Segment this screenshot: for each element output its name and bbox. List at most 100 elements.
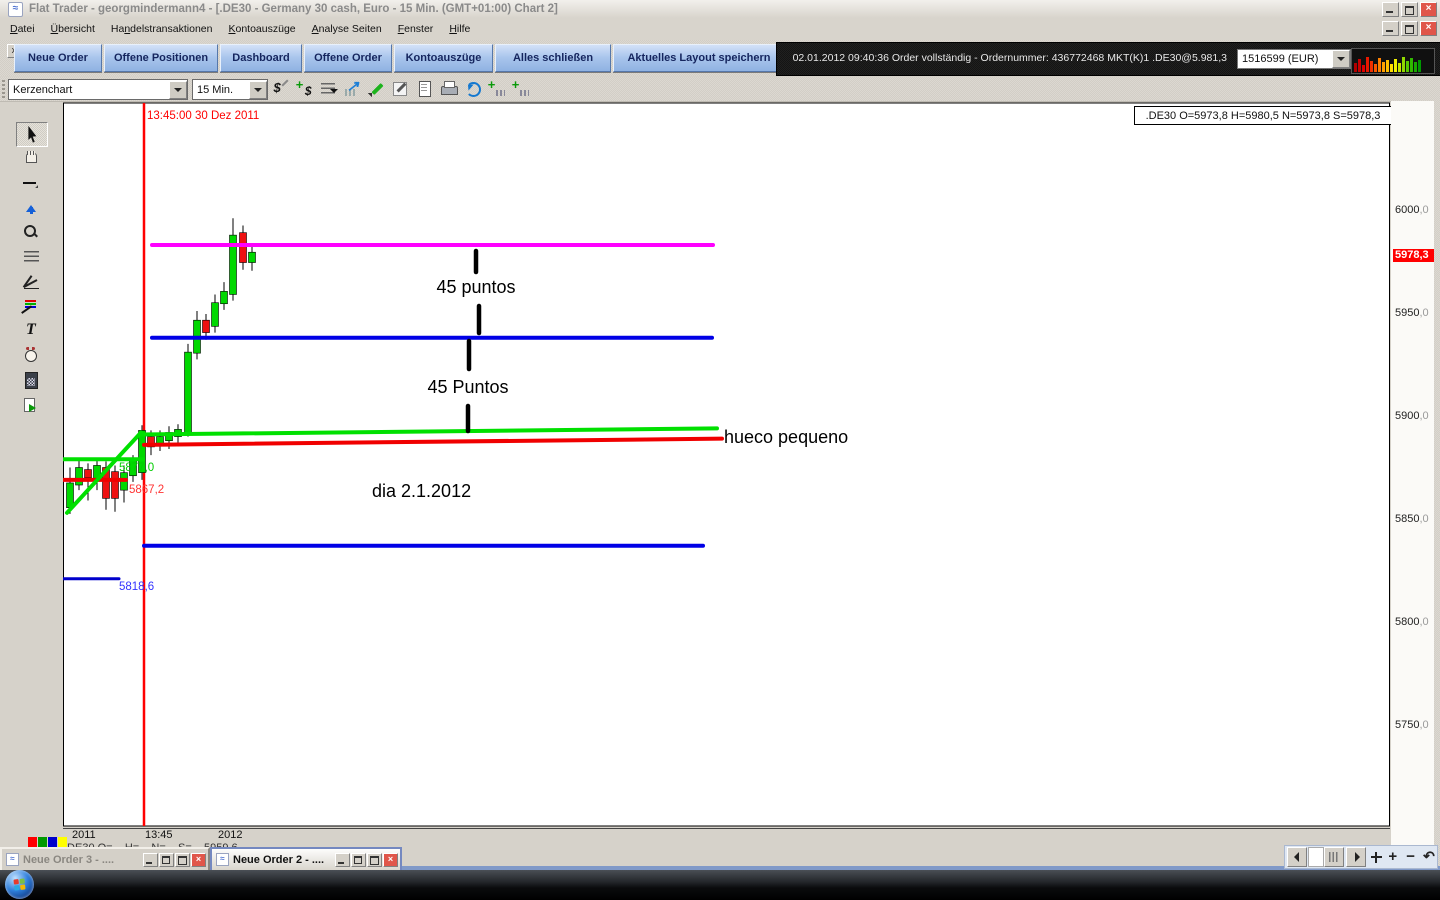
price-level-label: 5877,0 xyxy=(119,462,154,474)
close-icon xyxy=(1421,22,1436,35)
annotation-text: 45 puntos xyxy=(436,277,515,297)
restore-button[interactable] xyxy=(351,853,366,867)
scrollbar-track[interactable] xyxy=(1308,847,1324,867)
add-chart-button[interactable] xyxy=(486,78,507,99)
mdi-minimize-button[interactable] xyxy=(1382,21,1399,36)
add-dollar-button[interactable] xyxy=(294,78,315,99)
x-axis-label: 2011 xyxy=(72,829,96,841)
dollar-pencil-button[interactable] xyxy=(270,78,291,99)
refresh-clock-button[interactable] xyxy=(462,78,483,99)
line-tool-button[interactable] xyxy=(16,171,46,194)
window-title: Neue Order 2 - .... xyxy=(233,854,333,866)
restore-button[interactable] xyxy=(159,853,174,867)
zoom-icon xyxy=(22,223,40,241)
close-button[interactable] xyxy=(1420,2,1437,17)
zoom-in-button[interactable] xyxy=(1384,848,1401,866)
grid-tool-button[interactable] xyxy=(16,245,46,268)
candle-body xyxy=(112,472,119,499)
price-level-label: 5867,2 xyxy=(129,484,164,496)
meter-bar xyxy=(1362,65,1365,72)
meter-bar xyxy=(1390,64,1393,72)
document-button[interactable] xyxy=(414,78,435,99)
close-button[interactable] xyxy=(383,853,398,867)
hand-tool-button[interactable] xyxy=(16,147,46,170)
minimize-button[interactable] xyxy=(143,853,158,867)
meter-bar xyxy=(1406,61,1409,72)
chart-plot[interactable]: 45 puntos45 Puntoshueco pequenodia 2.1.2… xyxy=(63,101,1390,845)
refresh-clock-icon xyxy=(464,80,482,98)
maximize-button[interactable] xyxy=(175,853,190,867)
green-pencil-button[interactable] xyxy=(366,78,387,99)
toolbar-button-offene-order[interactable]: Offene Order xyxy=(304,44,392,72)
restore-button[interactable] xyxy=(1401,2,1418,17)
scrollbar-thumb[interactable] xyxy=(1324,847,1344,867)
calculator-tool-button[interactable] xyxy=(16,368,46,391)
candle-body xyxy=(85,470,92,478)
menu-items: DateiÜbersichtHandelstransaktionenKontoa… xyxy=(2,23,478,35)
chart-type-select[interactable]: Kerzenchart xyxy=(8,79,188,100)
scroll-right-button[interactable] xyxy=(1346,847,1366,867)
toolbar-button-dashboard[interactable]: Dashboard xyxy=(220,44,302,72)
pan-button[interactable] xyxy=(1367,848,1384,866)
dollar-pencil-icon xyxy=(272,80,290,98)
flat-trader-window: Flat Trader - georgmindermann4 - [.DE30 … xyxy=(0,0,1440,900)
order-status-text: 02.01.2012 09:40:36 Order vollständig - … xyxy=(793,52,1227,64)
toolbar-button-offene-positionen[interactable]: Offene Positionen xyxy=(104,44,218,72)
minimize-button[interactable] xyxy=(335,853,350,867)
candle-body xyxy=(76,468,83,486)
mdi-close-button[interactable] xyxy=(1420,21,1437,36)
maximize-button[interactable] xyxy=(367,853,382,867)
alarm-tool-button[interactable] xyxy=(16,343,46,366)
grid-dropdown-button[interactable] xyxy=(318,78,339,99)
start-button[interactable] xyxy=(5,870,34,899)
arrow-tool-button[interactable] xyxy=(16,196,46,219)
minimized-window-neueorder2[interactable]: Neue Order 2 - .... xyxy=(210,847,402,872)
toolbar-button-alles-schlie-en[interactable]: Alles schließen xyxy=(495,44,611,72)
price-tick-label: 5850,0 xyxy=(1395,513,1429,525)
chevron-down-icon[interactable] xyxy=(169,81,187,99)
menu-hilfe[interactable]: Hilfe xyxy=(441,23,478,35)
meter-bar xyxy=(1418,60,1421,72)
mdi-restore-button[interactable] xyxy=(1401,21,1418,36)
fan-tool-button[interactable] xyxy=(16,270,46,293)
menu-fenster[interactable]: Fenster xyxy=(390,23,442,35)
trend-button[interactable] xyxy=(342,78,363,99)
close-icon xyxy=(192,854,205,866)
close-button[interactable] xyxy=(191,853,206,867)
toolbar-button-kontoausz-ge[interactable]: Kontoauszüge xyxy=(394,44,493,72)
price-tick-label: 6000,0 xyxy=(1395,204,1429,216)
chart-toolbar: Kerzenchart 15 Min. xyxy=(0,77,1440,102)
main-toolbar: x Neue OrderOffene PositionenDashboardOf… xyxy=(0,40,1440,76)
window-edge xyxy=(1434,101,1440,866)
green-pencil-icon xyxy=(368,80,386,98)
send-tool-button[interactable] xyxy=(16,393,46,416)
multiline-tool-button[interactable] xyxy=(16,294,46,317)
price-axis[interactable]: 6000,05950,05900,05850,05800,05750,05978… xyxy=(1391,101,1434,845)
text-tool-button[interactable] xyxy=(16,319,46,342)
menu-analyseseiten[interactable]: Analyse Seiten xyxy=(304,23,390,35)
zoom-tool-button[interactable] xyxy=(16,220,46,243)
menu-bersicht[interactable]: Übersicht xyxy=(43,23,103,35)
add-study-button[interactable] xyxy=(510,78,531,99)
annotation-text: 45 Puntos xyxy=(427,377,508,397)
minimized-window-neueorder3[interactable]: Neue Order 3 - .... xyxy=(0,847,210,872)
account-select[interactable]: 1516599 (EUR) xyxy=(1237,49,1351,69)
menu-datei[interactable]: Datei xyxy=(2,23,43,35)
menu-kontoauszge[interactable]: Kontoauszüge xyxy=(220,23,303,35)
minimize-button[interactable] xyxy=(1382,2,1399,17)
title-bar: Flat Trader - georgmindermann4 - [.DE30 … xyxy=(0,0,1440,19)
chevron-down-icon[interactable] xyxy=(1332,50,1350,68)
interval-select[interactable]: 15 Min. xyxy=(192,79,268,100)
undo-button[interactable] xyxy=(1420,848,1437,866)
printer-button[interactable] xyxy=(438,78,459,99)
zoom-out-button[interactable] xyxy=(1402,848,1419,866)
chevron-down-icon[interactable] xyxy=(249,81,267,99)
scroll-left-button[interactable] xyxy=(1287,847,1307,867)
trend-icon xyxy=(344,80,362,98)
toolbar-button-neue-order[interactable]: Neue Order xyxy=(14,44,102,72)
toolbar-grip[interactable] xyxy=(2,80,5,98)
cursor-tool-button[interactable] xyxy=(16,122,48,147)
toolbar-button-aktuelles-layout-speichern[interactable]: Aktuelles Layout speichern xyxy=(613,44,785,72)
edit-box-button[interactable] xyxy=(390,78,411,99)
menu-handelstransaktionen[interactable]: Handelstransaktionen xyxy=(103,23,221,35)
